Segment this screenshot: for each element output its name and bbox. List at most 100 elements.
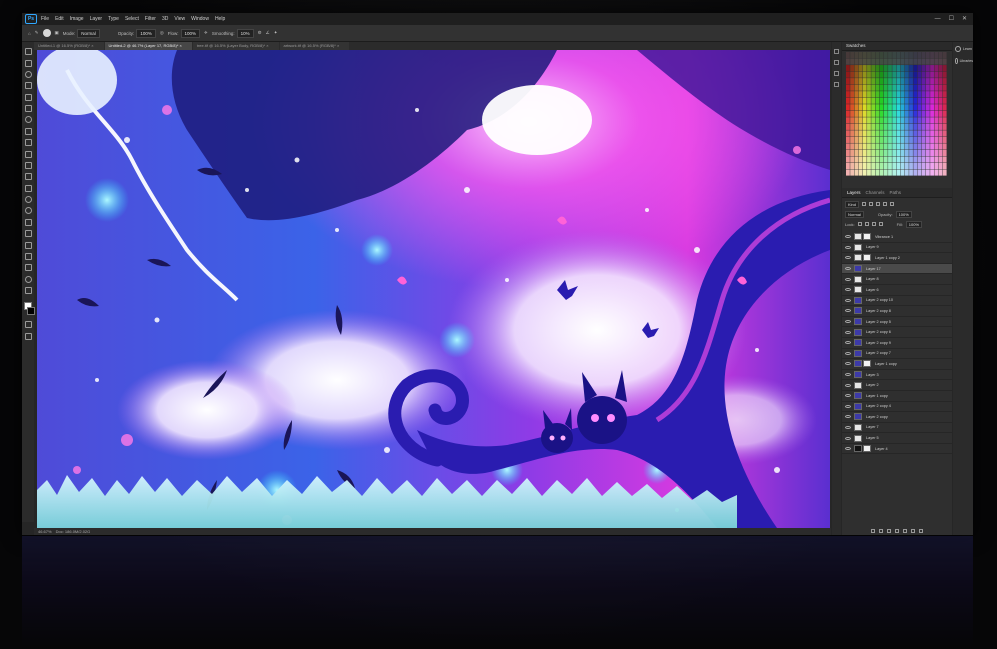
color-swatch[interactable]: [888, 162, 892, 170]
menu-type[interactable]: Type: [108, 16, 119, 22]
color-swatch[interactable]: [934, 136, 939, 143]
layer-mask-thumbnail[interactable]: [863, 233, 871, 241]
color-swatch[interactable]: [883, 52, 888, 59]
color-swatch[interactable]: [934, 149, 939, 157]
color-swatch[interactable]: [938, 162, 943, 170]
layer-row[interactable]: Layer 2 copy 4: [842, 402, 952, 413]
color-swatch[interactable]: [850, 143, 855, 150]
color-swatch[interactable]: [934, 156, 939, 163]
swatches-grid[interactable]: [846, 52, 947, 176]
filter-type-icon[interactable]: [876, 202, 881, 206]
color-swatch[interactable]: [888, 117, 892, 124]
color-swatch[interactable]: [883, 78, 888, 85]
layer-style-icon[interactable]: [879, 528, 883, 533]
color-swatch[interactable]: [867, 84, 871, 91]
color-swatch[interactable]: [904, 136, 909, 143]
color-swatch[interactable]: [854, 130, 859, 137]
color-swatch[interactable]: [917, 84, 922, 91]
color-swatch[interactable]: [875, 58, 880, 65]
color-swatch[interactable]: [854, 52, 859, 59]
color-swatch[interactable]: [913, 149, 918, 157]
stamp-tool-icon[interactable]: [24, 150, 32, 158]
color-swatch[interactable]: [871, 58, 876, 65]
color-swatch[interactable]: [888, 156, 892, 163]
color-swatch[interactable]: [917, 169, 922, 176]
color-swatch[interactable]: [879, 65, 884, 72]
color-swatch[interactable]: [904, 97, 909, 104]
color-swatch[interactable]: [846, 91, 850, 98]
color-swatch[interactable]: [934, 97, 939, 104]
color-swatch[interactable]: [862, 156, 867, 163]
crop-tool-icon[interactable]: [24, 93, 32, 101]
color-swatch[interactable]: [879, 78, 884, 85]
maximize-button[interactable]: ☐: [949, 15, 954, 23]
color-swatch[interactable]: [930, 110, 934, 117]
color-swatch[interactable]: [909, 71, 913, 78]
color-swatch[interactable]: [875, 117, 880, 124]
color-swatch[interactable]: [867, 143, 871, 150]
color-swatch[interactable]: [862, 149, 867, 157]
color-swatch[interactable]: [942, 136, 947, 143]
color-swatch[interactable]: [854, 110, 859, 117]
color-swatch[interactable]: [883, 169, 888, 176]
layer-row[interactable]: Layer 2 copy 8: [842, 306, 952, 317]
color-swatch[interactable]: [883, 123, 888, 130]
visibility-eye-icon[interactable]: [845, 341, 851, 345]
color-swatch[interactable]: [879, 123, 884, 130]
color-swatch[interactable]: [896, 91, 901, 98]
color-swatch[interactable]: [900, 52, 905, 59]
color-swatch[interactable]: [942, 162, 947, 170]
color-swatch[interactable]: [858, 123, 863, 130]
color-swatch[interactable]: [913, 58, 918, 65]
color-swatch[interactable]: [888, 65, 892, 72]
color-swatch[interactable]: [871, 130, 876, 137]
color-swatch[interactable]: [862, 71, 867, 78]
layer-row[interactable]: Layer 2 copy 10: [842, 296, 952, 307]
color-swatch[interactable]: [862, 169, 867, 176]
color-swatch[interactable]: [850, 58, 855, 65]
color-swatch[interactable]: [896, 71, 901, 78]
brush-tool-icon[interactable]: [24, 139, 32, 147]
color-swatch[interactable]: [850, 71, 855, 78]
color-swatch[interactable]: [900, 104, 905, 111]
color-swatch[interactable]: [938, 110, 943, 117]
color-swatch[interactable]: [850, 136, 855, 143]
screen-mode-icon[interactable]: [24, 332, 32, 340]
color-swatch[interactable]: [854, 149, 859, 157]
color-swatch[interactable]: [909, 169, 913, 176]
color-swatch[interactable]: [875, 143, 880, 150]
color-swatch[interactable]: [909, 117, 913, 124]
color-swatch[interactable]: [934, 78, 939, 85]
color-swatch[interactable]: [883, 143, 888, 150]
color-swatch[interactable]: [930, 149, 934, 157]
color-swatch[interactable]: [871, 91, 876, 98]
color-swatch[interactable]: [930, 123, 934, 130]
color-swatch[interactable]: [850, 97, 855, 104]
layer-mask-thumbnail[interactable]: [863, 254, 871, 262]
adjustments-icon[interactable]: [834, 82, 839, 87]
color-swatch[interactable]: [862, 143, 867, 150]
color-swatch[interactable]: [883, 84, 888, 91]
doc-tab[interactable]: artwork.tif @ 16.5% (RGB/8)* ×: [279, 42, 350, 50]
color-swatch[interactable]: [934, 91, 939, 98]
fill-field[interactable]: 100%: [905, 220, 923, 228]
color-swatch[interactable]: [858, 91, 863, 98]
color-swatch[interactable]: [896, 84, 901, 91]
color-swatch[interactable]: [934, 143, 939, 150]
color-swatch[interactable]: [942, 84, 947, 91]
color-swatch[interactable]: [934, 123, 939, 130]
visibility-eye-icon[interactable]: [845, 267, 851, 271]
layer-row[interactable]: Layer 6: [842, 285, 952, 296]
color-swatch[interactable]: [917, 78, 922, 85]
eraser-tool-icon[interactable]: [24, 173, 32, 181]
color-swatch[interactable]: [938, 84, 943, 91]
lock-image-icon[interactable]: [864, 222, 869, 226]
color-swatch[interactable]: [909, 84, 913, 91]
color-swatch[interactable]: [875, 97, 880, 104]
visibility-eye-icon[interactable]: [845, 394, 851, 398]
color-swatch[interactable]: [909, 97, 913, 104]
color-swatch[interactable]: [867, 156, 871, 163]
eyedropper-tool-icon[interactable]: [24, 116, 32, 124]
color-swatch[interactable]: [892, 123, 897, 130]
color-swatch[interactable]: [871, 78, 876, 85]
